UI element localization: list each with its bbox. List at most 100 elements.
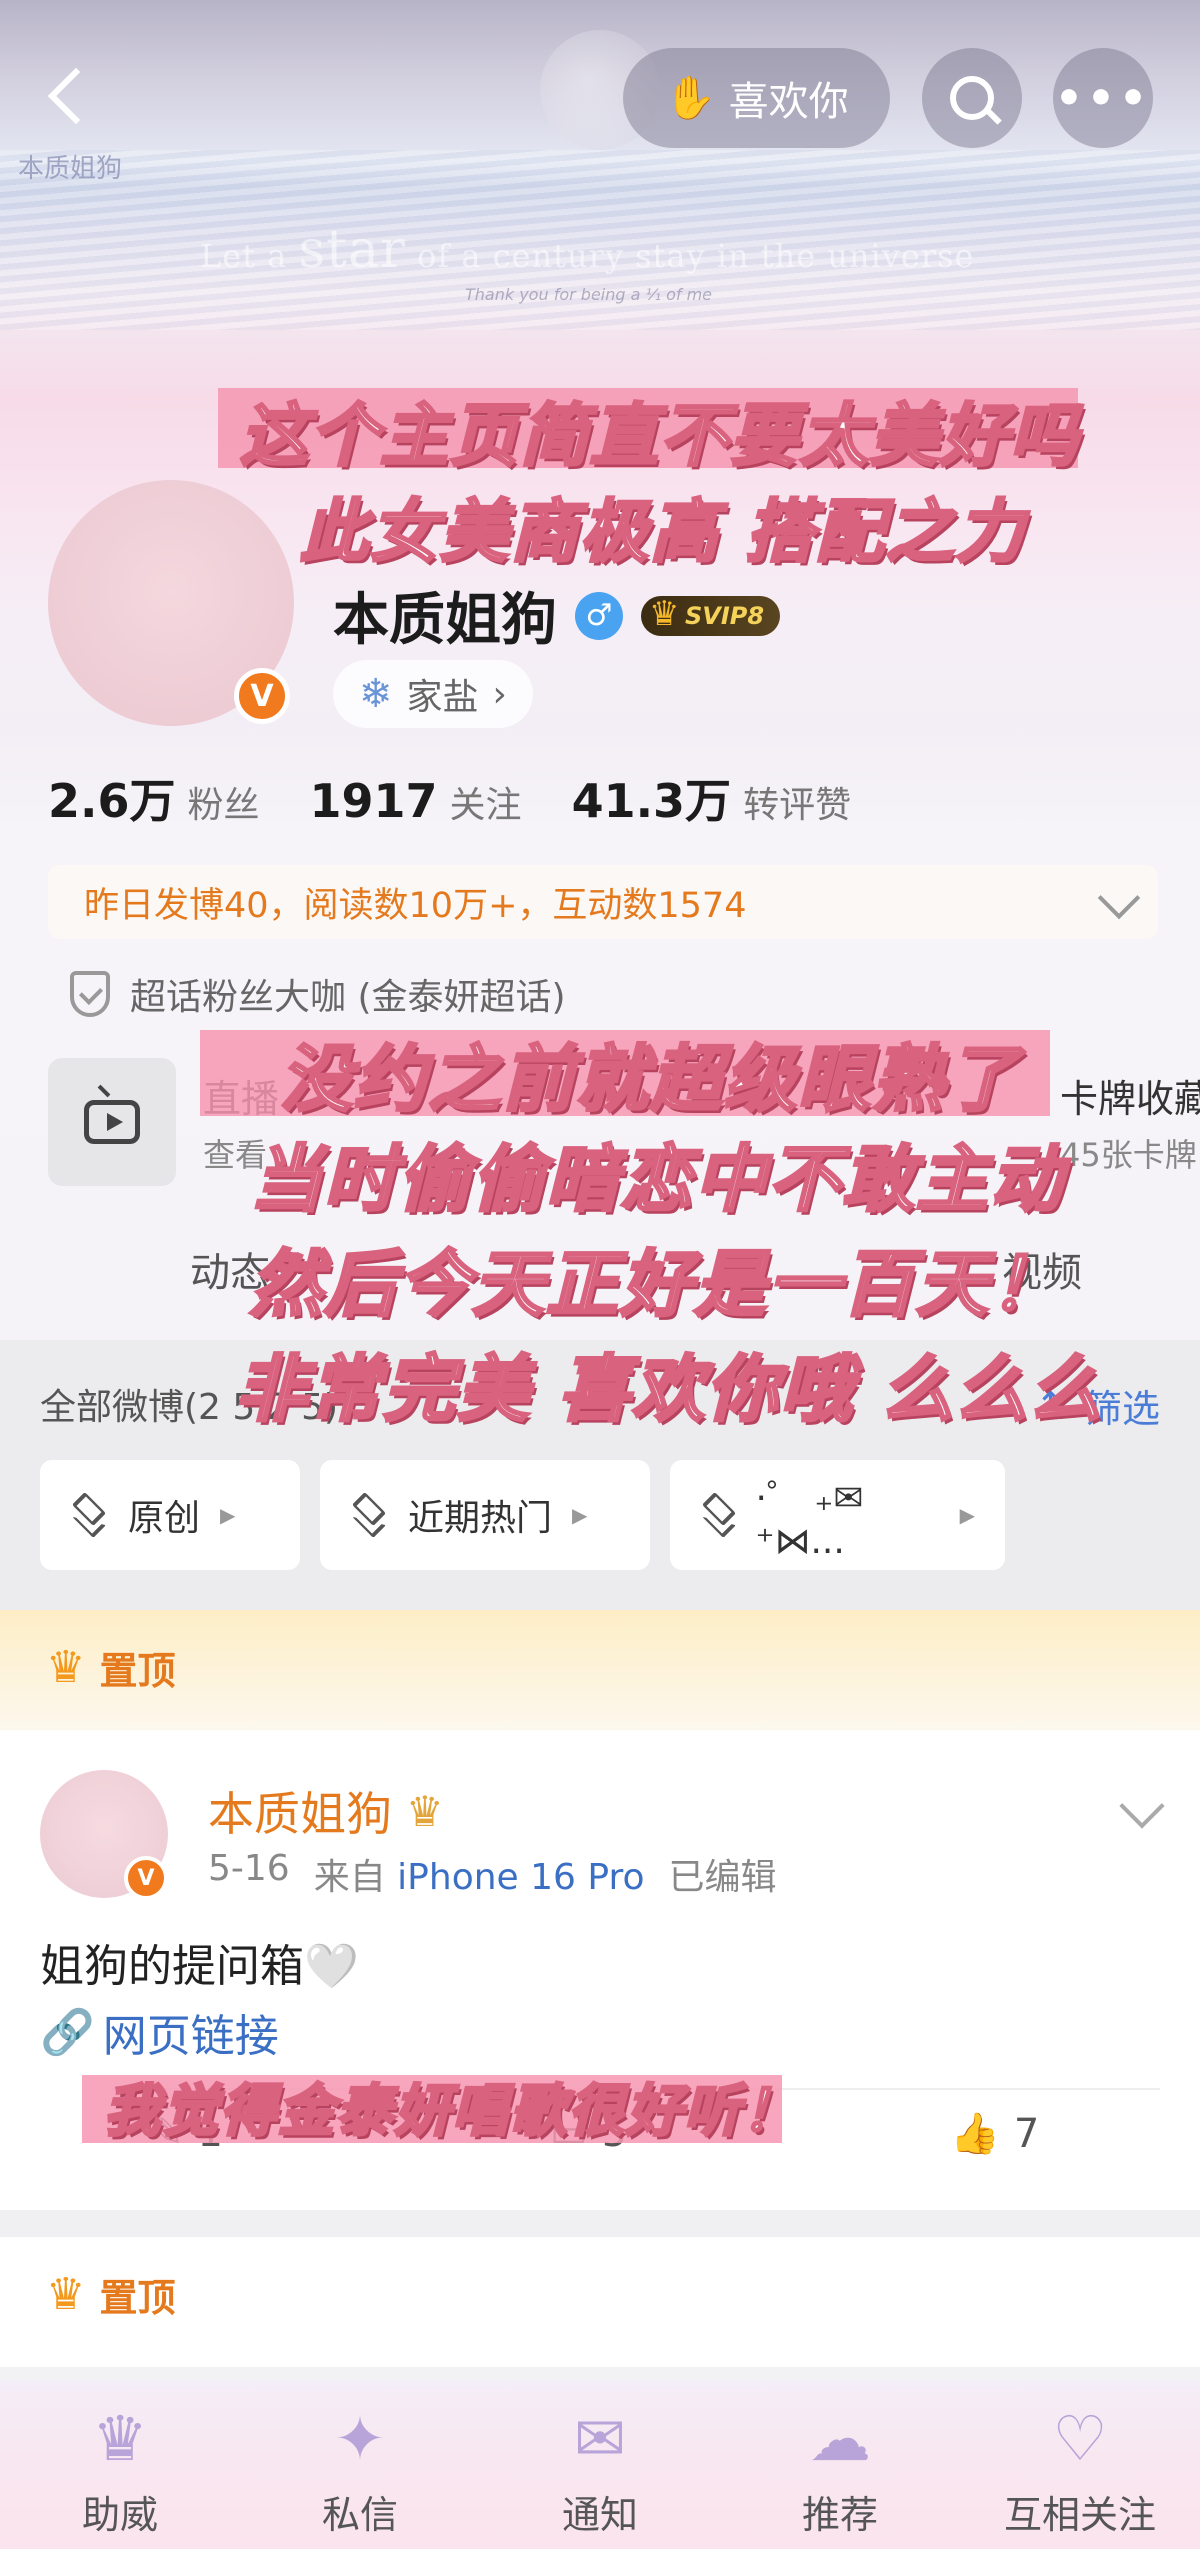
back-button[interactable] bbox=[40, 62, 100, 132]
chip-custom-label: ·゜ ₊✉⁺⋈... bbox=[755, 1477, 864, 1562]
more-button[interactable]: ••• bbox=[1053, 48, 1153, 148]
post-date: 5-16 bbox=[208, 1848, 290, 1889]
bottom-tab-bar: ♛ 助威 ✦ 私信 ✉ 通知 ☁ 推荐 ♡ 互相关注 bbox=[0, 2380, 1200, 2549]
like-you-label: 喜欢你 bbox=[728, 79, 849, 125]
stat-fans-num: 2.6万 bbox=[48, 774, 176, 828]
verified-badge: V bbox=[234, 668, 290, 724]
chevron-right-icon: › bbox=[492, 673, 507, 715]
stat-fans[interactable]: 2.6万 粉丝 bbox=[48, 765, 260, 831]
banner-tagline-sub: Thank you for being a ⅟₁ of me bbox=[465, 285, 713, 304]
crown-icon: ♛ bbox=[46, 1642, 86, 1693]
crown-icon: ♛ bbox=[46, 2269, 86, 2320]
tab-notify[interactable]: ✉ 通知 bbox=[480, 2380, 720, 2549]
chip-original-label: 原创 bbox=[128, 1498, 201, 1539]
card-collection-title[interactable]: 卡牌收藏 bbox=[1060, 1068, 1200, 1123]
tab-message[interactable]: ✦ 私信 bbox=[240, 2380, 480, 2549]
caption-line-3: 没约之前就超级眼熟了 bbox=[278, 1036, 1021, 1123]
caption-line-7: 我觉得金泰妍唱歌很好听！ bbox=[103, 2078, 800, 2146]
stat-following-num: 1917 bbox=[309, 774, 438, 828]
svip-badge[interactable]: SVIP8 bbox=[641, 594, 781, 636]
chaohua-badge[interactable]: 超话粉丝大咖 (金泰妍超话) bbox=[70, 968, 566, 1020]
caret-right-icon: ▶ bbox=[959, 1503, 975, 1527]
caption-line-5: 然后今天正好是一百天！ bbox=[248, 1241, 1065, 1328]
family-chip[interactable]: ❄ 家盐 › bbox=[333, 660, 533, 728]
stat-fans-label: 粉丝 bbox=[187, 785, 260, 826]
banner-watermark: 本质姐狗 bbox=[18, 154, 123, 184]
post-source-prefix: 来自 bbox=[313, 1857, 386, 1898]
search-icon bbox=[950, 76, 994, 120]
caret-right-icon: ▶ bbox=[220, 1503, 236, 1527]
banner-tagline: Let a star of a century stay in the univ… bbox=[200, 220, 974, 280]
tab-cheer[interactable]: ♛ 助威 bbox=[0, 2380, 240, 2549]
caret-right-icon: ▶ bbox=[572, 1503, 588, 1527]
layers-icon bbox=[350, 1492, 388, 1538]
stat-following[interactable]: 1917 关注 bbox=[310, 774, 522, 828]
profile-name: 本质姐狗 bbox=[333, 588, 557, 653]
card-collection-count: 45张卡牌 bbox=[1060, 1136, 1197, 1174]
chip-original[interactable]: 原创 ▶ bbox=[40, 1460, 300, 1570]
stat-interactions-label: 转评赞 bbox=[743, 785, 852, 826]
post-menu-chevron-icon[interactable] bbox=[1119, 1783, 1165, 1829]
tab-message-label: 私信 bbox=[321, 2493, 398, 2537]
verified-badge-small: V bbox=[124, 1856, 168, 1900]
more-icon: ••• bbox=[1054, 72, 1152, 124]
heart-ribbon-icon: ♡ bbox=[1052, 2401, 1108, 2475]
post-author[interactable]: 本质姐狗 ♛ bbox=[208, 1778, 444, 1844]
post-separator bbox=[0, 2210, 1200, 2237]
feed-chips: 原创 ▶ 近期热门 ▶ ·゜ ₊✉⁺⋈... ▶ bbox=[40, 1460, 1005, 1570]
tab-cheer-label: 助威 bbox=[81, 2493, 158, 2537]
post-meta: 5-16 来自 iPhone 16 Pro 已编辑 bbox=[208, 1848, 777, 1900]
tab-recommend[interactable]: ☁ 推荐 bbox=[720, 2380, 960, 2549]
post-device[interactable]: iPhone 16 Pro bbox=[397, 1857, 644, 1898]
like-count: 7 bbox=[1013, 2110, 1040, 2157]
chip-recent-hot-label: 近期热门 bbox=[408, 1498, 553, 1539]
stat-following-label: 关注 bbox=[449, 785, 522, 826]
tab-mutual-follow-label: 互相关注 bbox=[1003, 2493, 1156, 2537]
layers-icon bbox=[700, 1492, 736, 1538]
chaohua-text: 超话粉丝大咖 (金泰妍超话) bbox=[130, 977, 566, 1018]
chip-recent-hot[interactable]: 近期热门 ▶ bbox=[320, 1460, 650, 1570]
pinned-header: ♛ 置顶 bbox=[0, 1610, 1200, 1730]
like-you-button[interactable]: ✋ 喜欢你 bbox=[623, 48, 890, 148]
tab-recommend-label: 推荐 bbox=[801, 2493, 878, 2537]
pinned-text-2: 置顶 bbox=[99, 2276, 176, 2320]
live-card[interactable] bbox=[48, 1058, 176, 1186]
stat-interactions[interactable]: 41.3万 转评赞 bbox=[572, 765, 852, 831]
snowflake-icon: ❄ bbox=[359, 671, 393, 717]
male-icon: ♂ bbox=[575, 591, 623, 640]
post-text: 姐狗的提问箱🤍 bbox=[40, 1941, 359, 1992]
caption-line-4: 当时偷偷暗恋中不敢主动 bbox=[248, 1136, 1065, 1223]
search-button[interactable] bbox=[922, 48, 1022, 148]
yesterday-summary[interactable]: 昨日发博40，阅读数10万+，互动数1574 bbox=[48, 865, 1158, 939]
pinned-text: 置顶 bbox=[99, 1649, 176, 1693]
stat-interactions-num: 41.3万 bbox=[571, 774, 732, 828]
crown-badge-icon: ♛ bbox=[406, 1786, 444, 1836]
like-button[interactable]: 👍 7 bbox=[950, 2110, 1040, 2158]
cloud-icon: ☁ bbox=[809, 2401, 871, 2475]
chevron-down-icon[interactable] bbox=[1097, 876, 1141, 920]
tagline-star: star bbox=[298, 220, 406, 280]
tab-notify-label: 通知 bbox=[561, 2493, 638, 2537]
caption-line-2: 此女美商极高 搭配之力 bbox=[299, 492, 1026, 574]
profile-name-row: 本质姐狗 ♂ SVIP8 bbox=[333, 575, 781, 656]
pinned-label-2: ♛ 置顶 bbox=[46, 2267, 175, 2322]
shield-icon bbox=[70, 971, 110, 1017]
caption-line-6: 非常完美 喜欢你哦 么么么 bbox=[233, 1346, 1104, 1433]
link-icon: 🔗 bbox=[40, 2007, 95, 2058]
post-link[interactable]: 🔗 网页链接 bbox=[40, 2000, 279, 2064]
post-author-name: 本质姐狗 bbox=[208, 1787, 392, 1841]
hand-heart-icon: ✋ bbox=[664, 73, 717, 122]
tv-icon bbox=[84, 1100, 140, 1144]
layers-icon bbox=[70, 1492, 108, 1538]
family-label: 家盐 bbox=[406, 677, 479, 718]
chip-custom[interactable]: ·゜ ₊✉⁺⋈... ▶ bbox=[670, 1460, 1005, 1570]
profile-stats: 2.6万 粉丝 1917 关注 41.3万 转评赞 bbox=[48, 765, 851, 831]
thumbs-up-icon: 👍 bbox=[950, 2111, 1000, 2157]
tagline-suffix: of a century stay in the universe bbox=[417, 237, 975, 275]
tab-mutual-follow[interactable]: ♡ 互相关注 bbox=[960, 2380, 1200, 2549]
caption-line-1: 这个主页简直不要太美好吗 bbox=[238, 396, 1081, 478]
yesterday-text: 昨日发博40，阅读数10万+，互动数1574 bbox=[84, 885, 747, 926]
scroll-icon: ✉ bbox=[574, 2401, 626, 2475]
star-icon: ✦ bbox=[334, 2401, 386, 2475]
post-link-label: 网页链接 bbox=[102, 2011, 279, 2062]
